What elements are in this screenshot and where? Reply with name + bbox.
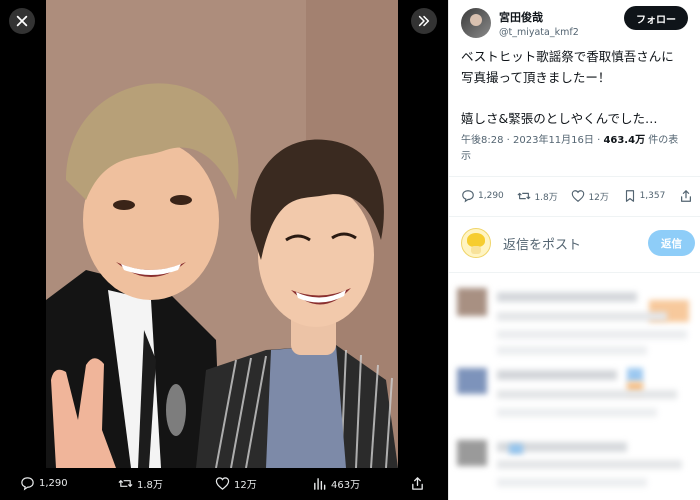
retweet-button[interactable]: 1.8万 [517, 189, 558, 203]
viewer-views-count: 463万 [331, 480, 361, 491]
retweet-count: 1.8万 [534, 192, 558, 203]
share-icon [412, 477, 423, 490]
views-icon [314, 478, 326, 490]
tweet-photo[interactable] [46, 0, 398, 468]
tweet-text: ベストヒット歌謡祭で香取慎吾さんに 写真撮って頂きましたー！ 嬉しさ&緊張のとし… [461, 46, 689, 129]
share-icon [681, 190, 691, 202]
like-icon [215, 477, 230, 490]
retweet-icon [118, 480, 133, 487]
share-button[interactable] [679, 189, 693, 203]
viewer-reply-count: 1,290 [39, 478, 68, 489]
bookmark-icon [625, 190, 634, 202]
retweet-icon [517, 192, 531, 200]
divider [449, 176, 700, 177]
tweet-meta: 午後8:28 · 2023年11月16日 · 463.4万 件の表 示 [461, 133, 689, 165]
tweet-panel: 宮田俊哉 @t_miyata_kmf2 フォロー ベストヒット歌謡祭で香取慎吾さ… [448, 0, 700, 500]
close-button[interactable] [9, 8, 35, 34]
tweet-stats: 1,290 1.8万 12万 1,357 [461, 189, 693, 203]
reply-count: 1,290 [478, 191, 504, 201]
viewer-reply-button[interactable]: 1,290 [20, 476, 68, 491]
author-display-name[interactable]: 宮田俊哉 [499, 9, 579, 25]
media-viewer: 1,290 1.8万 12万 463万 [0, 0, 448, 500]
current-user-avatar[interactable] [461, 228, 491, 258]
reply-icon [21, 477, 34, 491]
media-viewer-window: 1,290 1.8万 12万 463万 宮田俊哉 @t_miyata_kmf2 … [0, 0, 700, 500]
reply-avatar-blurred [457, 368, 487, 394]
viewer-views-button[interactable]: 463万 [312, 476, 360, 491]
viewer-share-button[interactable] [410, 476, 425, 491]
tweet-text-line: 嬉しさ&緊張のとしやくんでした… [461, 111, 658, 126]
reply-button[interactable]: 1,290 [461, 189, 504, 203]
reply-avatar-blurred [457, 288, 487, 316]
viewer-action-bar: 1,290 1.8万 12万 463万 [0, 468, 448, 500]
divider [449, 272, 700, 273]
photo-illustration [46, 0, 398, 468]
reply-icon [462, 190, 474, 203]
tweet-timestamp[interactable]: 午後8:28 · 2023年11月16日 · [461, 135, 603, 146]
viewer-retweet-button[interactable]: 1.8万 [118, 476, 163, 491]
viewer-like-count: 12万 [234, 480, 257, 491]
reply-input[interactable]: 返信をポスト [503, 234, 581, 253]
bookmark-count: 1,357 [639, 191, 666, 201]
double-chevron-right-icon [418, 15, 430, 27]
like-icon [572, 190, 585, 202]
tweet-author[interactable]: 宮田俊哉 @t_miyata_kmf2 [461, 8, 579, 38]
like-button[interactable]: 12万 [571, 189, 609, 203]
tweet-view-count: 463.4万 [603, 135, 646, 146]
reply-avatar-blurred [457, 440, 487, 466]
author-avatar[interactable] [461, 8, 491, 38]
like-count: 12万 [588, 192, 609, 203]
viewer-retweet-count: 1.8万 [137, 480, 163, 491]
close-icon [16, 15, 28, 27]
author-handle[interactable]: @t_miyata_kmf2 [499, 27, 579, 38]
reply-composer: 返信をポスト 返信 [461, 226, 695, 260]
tweet-view-label-2: 示 [461, 151, 471, 162]
bookmark-button[interactable]: 1,357 [623, 189, 666, 203]
tweet-text-line: ベストヒット歌謡祭で香取慎吾さんに [461, 49, 674, 64]
reply-submit-button[interactable]: 返信 [648, 230, 695, 256]
expand-panel-button[interactable] [411, 8, 437, 34]
follow-button[interactable]: フォロー [624, 6, 688, 30]
tweet-text-line: 写真撮って頂きましたー！ [461, 70, 611, 85]
viewer-like-button[interactable]: 12万 [215, 476, 257, 491]
divider [449, 216, 700, 217]
tweet-view-label: 件の表 [645, 135, 679, 146]
